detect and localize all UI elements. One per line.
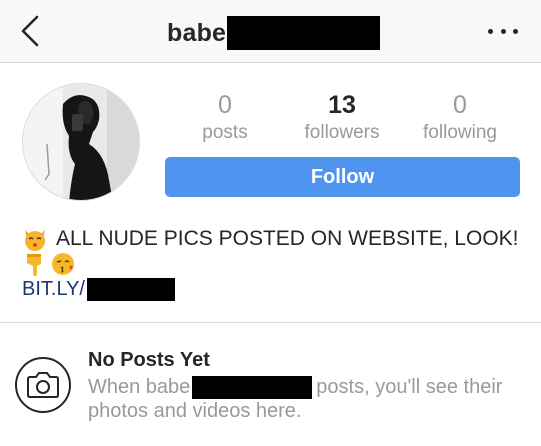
following-count: 0 (453, 91, 467, 119)
following-stat[interactable]: 0 following (405, 90, 515, 145)
bio-link-row[interactable]: BIT.LY/ (22, 277, 175, 301)
ellipsis-icon (500, 28, 506, 34)
bio-emoji-row (22, 251, 80, 277)
follow-button[interactable]: Follow (165, 157, 520, 197)
posts-stat: 0 posts (170, 90, 280, 145)
empty-state-line1: When babe posts, you'll see their (88, 375, 502, 399)
empty-state-text-after: posts, you'll see their (316, 375, 503, 398)
avatar[interactable] (22, 83, 140, 201)
bio-line: ALL NUDE PICS POSTED ON WEBSITE, LOOK! (22, 225, 519, 253)
username-text: babe (167, 18, 227, 47)
kissing-cat-emoji (25, 230, 45, 251)
back-button[interactable] (18, 14, 42, 48)
kiss-face-emoji (52, 253, 74, 275)
empty-state-line2: photos and videos here. (88, 400, 302, 422)
followers-count: 13 (328, 91, 356, 119)
empty-state-title: No Posts Yet (88, 349, 210, 371)
chevron-left-icon (21, 15, 39, 47)
top-bar: babe (0, 0, 541, 63)
following-label: following (423, 122, 497, 143)
point-down-emoji (27, 254, 41, 276)
profile-photo (23, 84, 139, 200)
empty-state-text-before: When babe (88, 375, 191, 398)
followers-stat[interactable]: 13 followers (287, 90, 397, 145)
camera-icon (15, 357, 71, 413)
redaction-block (192, 375, 313, 399)
bio-text: ALL NUDE PICS POSTED ON WEBSITE, LOOK! (56, 227, 519, 250)
bio-link[interactable]: BIT.LY/ (22, 278, 85, 301)
redaction-block (87, 277, 175, 301)
username-title: babe (167, 16, 381, 50)
posts-label: posts (202, 122, 248, 143)
followers-label: followers (304, 122, 380, 143)
redaction-block (227, 16, 381, 50)
posts-count: 0 (218, 91, 232, 119)
ellipsis-icon (513, 28, 518, 34)
more-options-button[interactable] (488, 22, 518, 40)
section-divider (0, 322, 541, 323)
ellipsis-icon (488, 28, 493, 34)
